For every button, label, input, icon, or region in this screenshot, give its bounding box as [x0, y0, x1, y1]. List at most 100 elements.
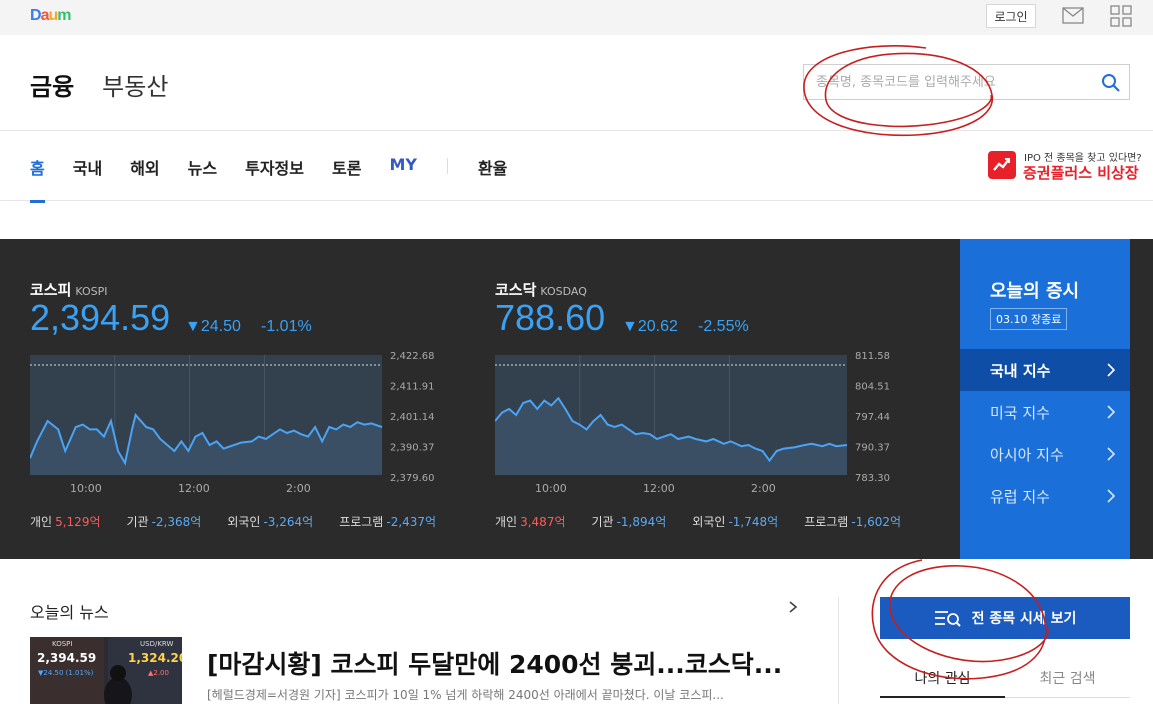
kospi-chart[interactable]: 2,422.68 2,411.91 2,401.14 2,390.37 2,379.60…: [30, 349, 450, 499]
today-item-label: 아시아 지수: [990, 445, 1064, 464]
x-tick-label: 12:00: [178, 482, 210, 495]
today-item-us[interactable]: 미국 지수: [960, 391, 1130, 433]
column-divider: [838, 597, 839, 704]
chevron-right-icon: [1107, 447, 1116, 461]
y-tick-label: 790.37: [855, 443, 890, 454]
market-status-badge: 03.10 장종료: [990, 308, 1068, 330]
flow-item: 개인 5,129억: [30, 513, 101, 530]
search-icon[interactable]: [1101, 73, 1121, 93]
tab-domestic[interactable]: 국내: [73, 155, 102, 179]
logo-letter-u: u: [48, 7, 58, 24]
promo-title: 증권플러스 비상장: [1023, 164, 1139, 182]
logo-letter-d: D: [30, 7, 42, 24]
flow-value: -2,368억: [151, 515, 202, 529]
promo-banner[interactable]: IPO 전 종목을 찾고 있다면? 증권플러스 비상장: [988, 149, 1142, 185]
news-section-title: 오늘의 뉴스: [30, 603, 109, 622]
thumb-change-1: ▼24.50 (1.01%): [38, 669, 94, 677]
news-headline[interactable]: [마감시황] 코스피 두달만에 2400선 붕괴...코스닥...: [207, 645, 782, 681]
flow-value: -2,437억: [386, 515, 437, 529]
y-tick-label: 2,401.14: [390, 412, 435, 423]
thumb-value-1: 2,394.59: [37, 651, 97, 665]
y-tick-label: 797.44: [855, 412, 890, 423]
kosdaq-chart[interactable]: 811.58 804.51 797.44 790.37 783.30 10:00 12:00…: [495, 349, 915, 499]
flow-item: 개인 3,487억: [495, 513, 566, 530]
kospi-block[interactable]: 코스피 KOSPI 2,394.59 ▼24.50 -1.01% 2,422.68…: [30, 239, 470, 559]
kosdaq-change-pct: -2.55%: [698, 318, 749, 335]
mail-icon[interactable]: [1062, 7, 1084, 24]
nav-finance[interactable]: 금융: [30, 73, 74, 101]
top-bar: Daum 로그인: [0, 0, 1153, 35]
x-tick-label: 10:00: [70, 482, 102, 495]
y-tick-label: 2,390.37: [390, 443, 435, 454]
sub-nav-tabs: 홈 국내 해외 뉴스 투자정보 토론 MY 환율: [30, 155, 535, 203]
kosdaq-flows: 개인 3,487억 기관 -1,894억 외국인 -1,748억 프로그램 -1,602억: [495, 513, 927, 530]
thumb-label-2: USD/KRW: [140, 640, 174, 648]
flow-value: -3,264억: [263, 515, 314, 529]
today-title: 오늘의 증시: [990, 281, 1080, 302]
kosdaq-change: ▼20.62: [622, 318, 678, 335]
flow-value: -1,748억: [728, 515, 779, 529]
y-tick-label: 2,411.91: [390, 382, 435, 393]
y-tick-label: 2,422.68: [390, 351, 435, 362]
tab-divider: [446, 158, 448, 174]
annotation-circle-search: [803, 45, 994, 137]
flow-value: 5,129억: [55, 515, 101, 529]
today-item-label: 미국 지수: [990, 403, 1050, 422]
y-tick-label: 783.30: [855, 473, 890, 484]
kosdaq-block[interactable]: 코스닥 KOSDAQ 788.60 ▼20.62 -2.55% 811.58 804…: [495, 239, 935, 559]
promo-chart-icon: [988, 151, 1016, 179]
chevron-right-icon: [1107, 489, 1116, 503]
today-item-label: 유럽 지수: [990, 487, 1050, 506]
flow-label: 기관: [126, 515, 149, 529]
kospi-value: 2,394.59: [30, 297, 171, 338]
app-grid-icon[interactable]: [1110, 5, 1132, 27]
annotation-circle-button: [871, 559, 1049, 680]
tab-exchange[interactable]: 환율: [478, 155, 507, 179]
y-tick-label: 2,379.60: [390, 473, 435, 484]
tab-news[interactable]: 뉴스: [188, 155, 217, 179]
flow-item: 프로그램 -2,437억: [339, 513, 436, 530]
login-button[interactable]: 로그인: [986, 4, 1036, 28]
tab-discussion[interactable]: 토론: [332, 155, 361, 179]
kospi-flows: 개인 5,129억 기관 -2,368억 외국인 -3,264억 프로그램 -2,437억: [30, 513, 462, 530]
today-market-panel: 오늘의 증시 03.10 장종료 국내 지수 미국 지수 아시아 지수 유럽 지…: [960, 239, 1130, 559]
flow-value: 3,487억: [520, 515, 566, 529]
chevron-right-icon: [1107, 405, 1116, 419]
main-nav: 금융 부동산: [30, 67, 168, 102]
kospi-change: ▼24.50: [185, 318, 241, 335]
flow-label: 개인: [495, 515, 518, 529]
tab-home[interactable]: 홈: [30, 155, 45, 203]
flow-label: 프로그램: [804, 515, 849, 529]
logo-letter-m: m: [57, 7, 71, 24]
flow-item: 외국인 -1,748억: [692, 513, 778, 530]
daum-logo[interactable]: Daum: [30, 7, 72, 25]
tab-invest-info[interactable]: 투자정보: [245, 155, 304, 179]
tab-active-underline: [880, 696, 1005, 698]
flow-label: 기관: [591, 515, 614, 529]
nav-realestate[interactable]: 부동산: [102, 73, 168, 101]
flow-label: 개인: [30, 515, 53, 529]
today-item-asia[interactable]: 아시아 지수: [960, 433, 1130, 475]
flow-item: 프로그램 -1,602억: [804, 513, 901, 530]
news-snippet[interactable]: [헤럴드경제=서경원 기자] 코스피가 10일 1% 넘게 하락해 2400선 …: [207, 686, 724, 703]
y-tick-label: 811.58: [855, 351, 890, 362]
today-item-domestic[interactable]: 국내 지수: [960, 349, 1130, 391]
news-thumbnail[interactable]: KOSPI 2,394.59 ▼24.50 (1.01%) USD/KRW 1,…: [30, 637, 182, 704]
flow-item: 기관 -1,894억: [592, 513, 667, 530]
tab-overseas[interactable]: 해외: [130, 155, 159, 179]
chevron-right-icon: [1107, 363, 1116, 377]
kosdaq-value: 788.60: [495, 297, 606, 338]
thumb-label-1: KOSPI: [52, 640, 73, 648]
flow-item: 외국인 -3,264억: [227, 513, 313, 530]
y-tick-label: 804.51: [855, 382, 890, 393]
flow-value: -1,602억: [851, 515, 902, 529]
today-item-europe[interactable]: 유럽 지수: [960, 475, 1130, 517]
chevron-right-icon[interactable]: [788, 600, 798, 614]
thumb-change-2: ▲2.00: [148, 669, 169, 677]
flow-label: 프로그램: [339, 515, 384, 529]
tab-my[interactable]: MY: [389, 155, 417, 179]
flow-item: 기관 -2,368억: [127, 513, 202, 530]
x-tick-label: 2:00: [751, 482, 776, 495]
today-item-label: 국내 지수: [990, 361, 1051, 380]
x-tick-label: 10:00: [535, 482, 567, 495]
